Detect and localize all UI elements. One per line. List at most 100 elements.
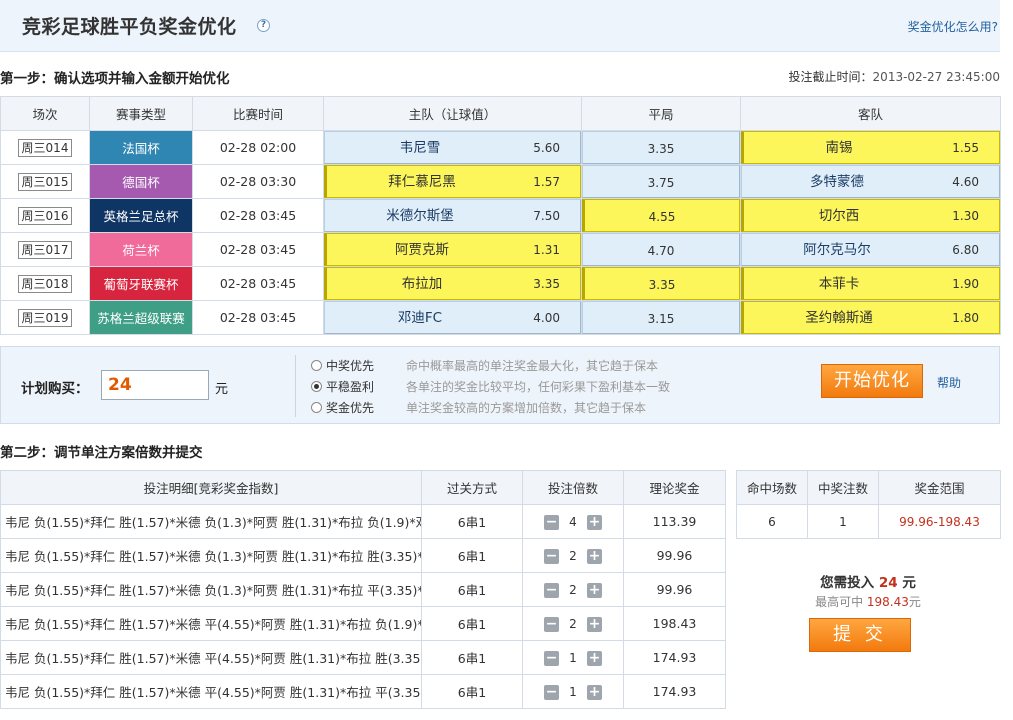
home-odds: 7.50 (533, 209, 560, 223)
minus-icon[interactable]: − (544, 582, 559, 598)
summary-table-header: 命中场数 中奖注数 奖金范围 (736, 470, 1001, 505)
amount-input[interactable]: 24 (101, 370, 209, 400)
col-header-league: 赛事类型 (89, 96, 193, 131)
strategy-radio-steady[interactable]: 平稳盈利 (311, 378, 374, 395)
draw-option[interactable]: 4.70 (582, 233, 740, 266)
multiple-value[interactable]: 1 (569, 651, 577, 665)
minus-icon[interactable]: − (544, 684, 559, 700)
home-option[interactable]: 邓迪FC 4.00 (324, 301, 581, 334)
home-option[interactable]: 拜仁慕尼黑 1.57 (324, 165, 581, 198)
bets-table: 投注明细[竞彩奖金指数] 过关方式 投注倍数 理论奖金 韦尼 负(1.55)*拜… (0, 470, 726, 709)
home-option[interactable]: 韦尼雪 5.60 (324, 131, 581, 164)
away-option[interactable]: 圣约翰斯通 1.80 (741, 301, 1000, 334)
draw-cell: 4.55 (581, 198, 741, 233)
bet-row: 韦尼 负(1.55)*拜仁 胜(1.57)*米德 平(4.55)*阿贾 胜(1.… (0, 640, 726, 675)
away-cell: 阿尔克马尔 6.80 (740, 232, 1001, 267)
league-badge: 苏格兰超级联赛 (89, 300, 193, 335)
hits-value: 6 (736, 504, 808, 539)
radio-icon[interactable] (311, 402, 322, 413)
home-option[interactable]: 阿贾克斯 1.31 (324, 233, 581, 266)
away-cell: 圣约翰斯通 1.80 (740, 300, 1001, 335)
multiple-stepper[interactable]: −2 + (544, 616, 602, 632)
away-option[interactable]: 多特蒙德 4.60 (741, 165, 1000, 198)
draw-option[interactable]: 3.35 (582, 131, 740, 164)
col-header-time: 比赛时间 (192, 96, 324, 131)
multiple-value[interactable]: 1 (569, 685, 577, 699)
away-option[interactable]: 本菲卡 1.90 (741, 267, 1000, 300)
away-option[interactable]: 阿尔克马尔 6.80 (741, 233, 1000, 266)
col-header-home: 主队（让球值） (323, 96, 582, 131)
home-team: 邓迪FC (397, 310, 443, 326)
strategy-radio-prize-first[interactable]: 奖金优先 (311, 399, 374, 416)
minus-icon[interactable]: − (544, 616, 559, 632)
strategy-desc: 各单注的奖金比较平均，任何彩果下盈利基本一致 (406, 380, 671, 394)
home-cell: 韦尼雪 5.60 (323, 130, 582, 165)
multiple-stepper[interactable]: −2 + (544, 582, 602, 598)
plus-icon[interactable]: + (587, 514, 602, 530)
away-cell: 切尔西 1.30 (740, 198, 1001, 233)
multiple-stepper[interactable]: −4 + (544, 514, 602, 530)
bet-multiple-cell: −2 + (522, 606, 624, 641)
wins-value: 1 (807, 504, 879, 539)
need-pay-unit: 元 (902, 575, 916, 591)
match-row: 周三018 葡萄牙联赛杯 02-28 03:45 布拉加 3.35 3.35 本菲卡 1.90 (0, 266, 1001, 301)
start-optimize-button[interactable]: 开始优化 (821, 364, 923, 398)
radio-icon[interactable] (311, 360, 322, 371)
minus-icon[interactable]: − (544, 548, 559, 564)
strategy-radio-win-first[interactable]: 中奖优先 (311, 357, 374, 374)
draw-option[interactable]: 3.15 (582, 301, 740, 334)
match-id-cell: 周三016 (0, 198, 90, 233)
plus-icon[interactable]: + (587, 616, 602, 632)
draw-odds: 3.35 (648, 278, 676, 292)
home-odds: 5.60 (533, 141, 560, 155)
help-link[interactable]: 帮助 (937, 374, 961, 391)
minus-icon[interactable]: − (544, 514, 559, 530)
plus-icon[interactable]: + (587, 548, 602, 564)
draw-option[interactable]: 3.75 (582, 165, 740, 198)
plus-icon[interactable]: + (587, 582, 602, 598)
help-question-icon[interactable]: ? (257, 19, 270, 32)
home-cell: 阿贾克斯 1.31 (323, 232, 582, 267)
home-team: 米德尔斯堡 (386, 208, 454, 224)
match-id: 周三019 (17, 308, 73, 327)
match-time: 02-28 03:45 (192, 266, 324, 301)
away-odds: 1.90 (952, 277, 979, 291)
match-time: 02-28 03:30 (192, 164, 324, 199)
plan-panel: 计划购买： 24 元 中奖优先 命中概率最高的单注奖金最大化，其它趋于保本 平稳… (0, 346, 1000, 424)
need-pay-value: 24 (878, 575, 898, 591)
multiple-value[interactable]: 2 (569, 549, 577, 563)
multiple-stepper[interactable]: −1 + (544, 684, 602, 700)
radio-checked-icon[interactable] (311, 381, 322, 392)
away-team: 圣约翰斯通 (805, 310, 873, 326)
match-time: 02-28 03:45 (192, 300, 324, 335)
bet-prize: 99.96 (623, 572, 726, 607)
draw-option[interactable]: 3.35 (582, 267, 740, 300)
away-option[interactable]: 切尔西 1.30 (741, 199, 1000, 232)
home-option[interactable]: 米德尔斯堡 7.50 (324, 199, 581, 232)
draw-option[interactable]: 4.55 (582, 199, 740, 232)
home-option[interactable]: 布拉加 3.35 (324, 267, 581, 300)
away-team: 切尔西 (818, 208, 860, 224)
away-odds: 1.80 (952, 311, 979, 325)
draw-cell: 3.75 (581, 164, 741, 199)
away-cell: 多特蒙德 4.60 (740, 164, 1001, 199)
submit-button[interactable]: 提 交 (809, 618, 911, 652)
max-prize-unit: 元 (908, 595, 921, 609)
minus-icon[interactable]: − (544, 650, 559, 666)
plus-icon[interactable]: + (587, 650, 602, 666)
strategy-desc: 命中概率最高的单注奖金最大化，其它趋于保本 (406, 359, 659, 373)
multiple-value[interactable]: 2 (569, 583, 577, 597)
multiple-stepper[interactable]: −2 + (544, 548, 602, 564)
home-cell: 邓迪FC 4.00 (323, 300, 582, 335)
bet-pass: 6串1 (421, 504, 523, 539)
match-id-cell: 周三014 (0, 130, 90, 165)
draw-odds: 4.55 (648, 210, 676, 224)
col-header-range: 奖金范围 (878, 470, 1001, 505)
plus-icon[interactable]: + (587, 684, 602, 700)
away-option[interactable]: 南锡 1.55 (741, 131, 1000, 164)
how-to-use-link[interactable]: 奖金优化怎么用? (908, 18, 998, 35)
multiple-value[interactable]: 2 (569, 617, 577, 631)
multiple-stepper[interactable]: −1 + (544, 650, 602, 666)
match-time: 02-28 02:00 (192, 130, 324, 165)
multiple-value[interactable]: 4 (569, 515, 577, 529)
